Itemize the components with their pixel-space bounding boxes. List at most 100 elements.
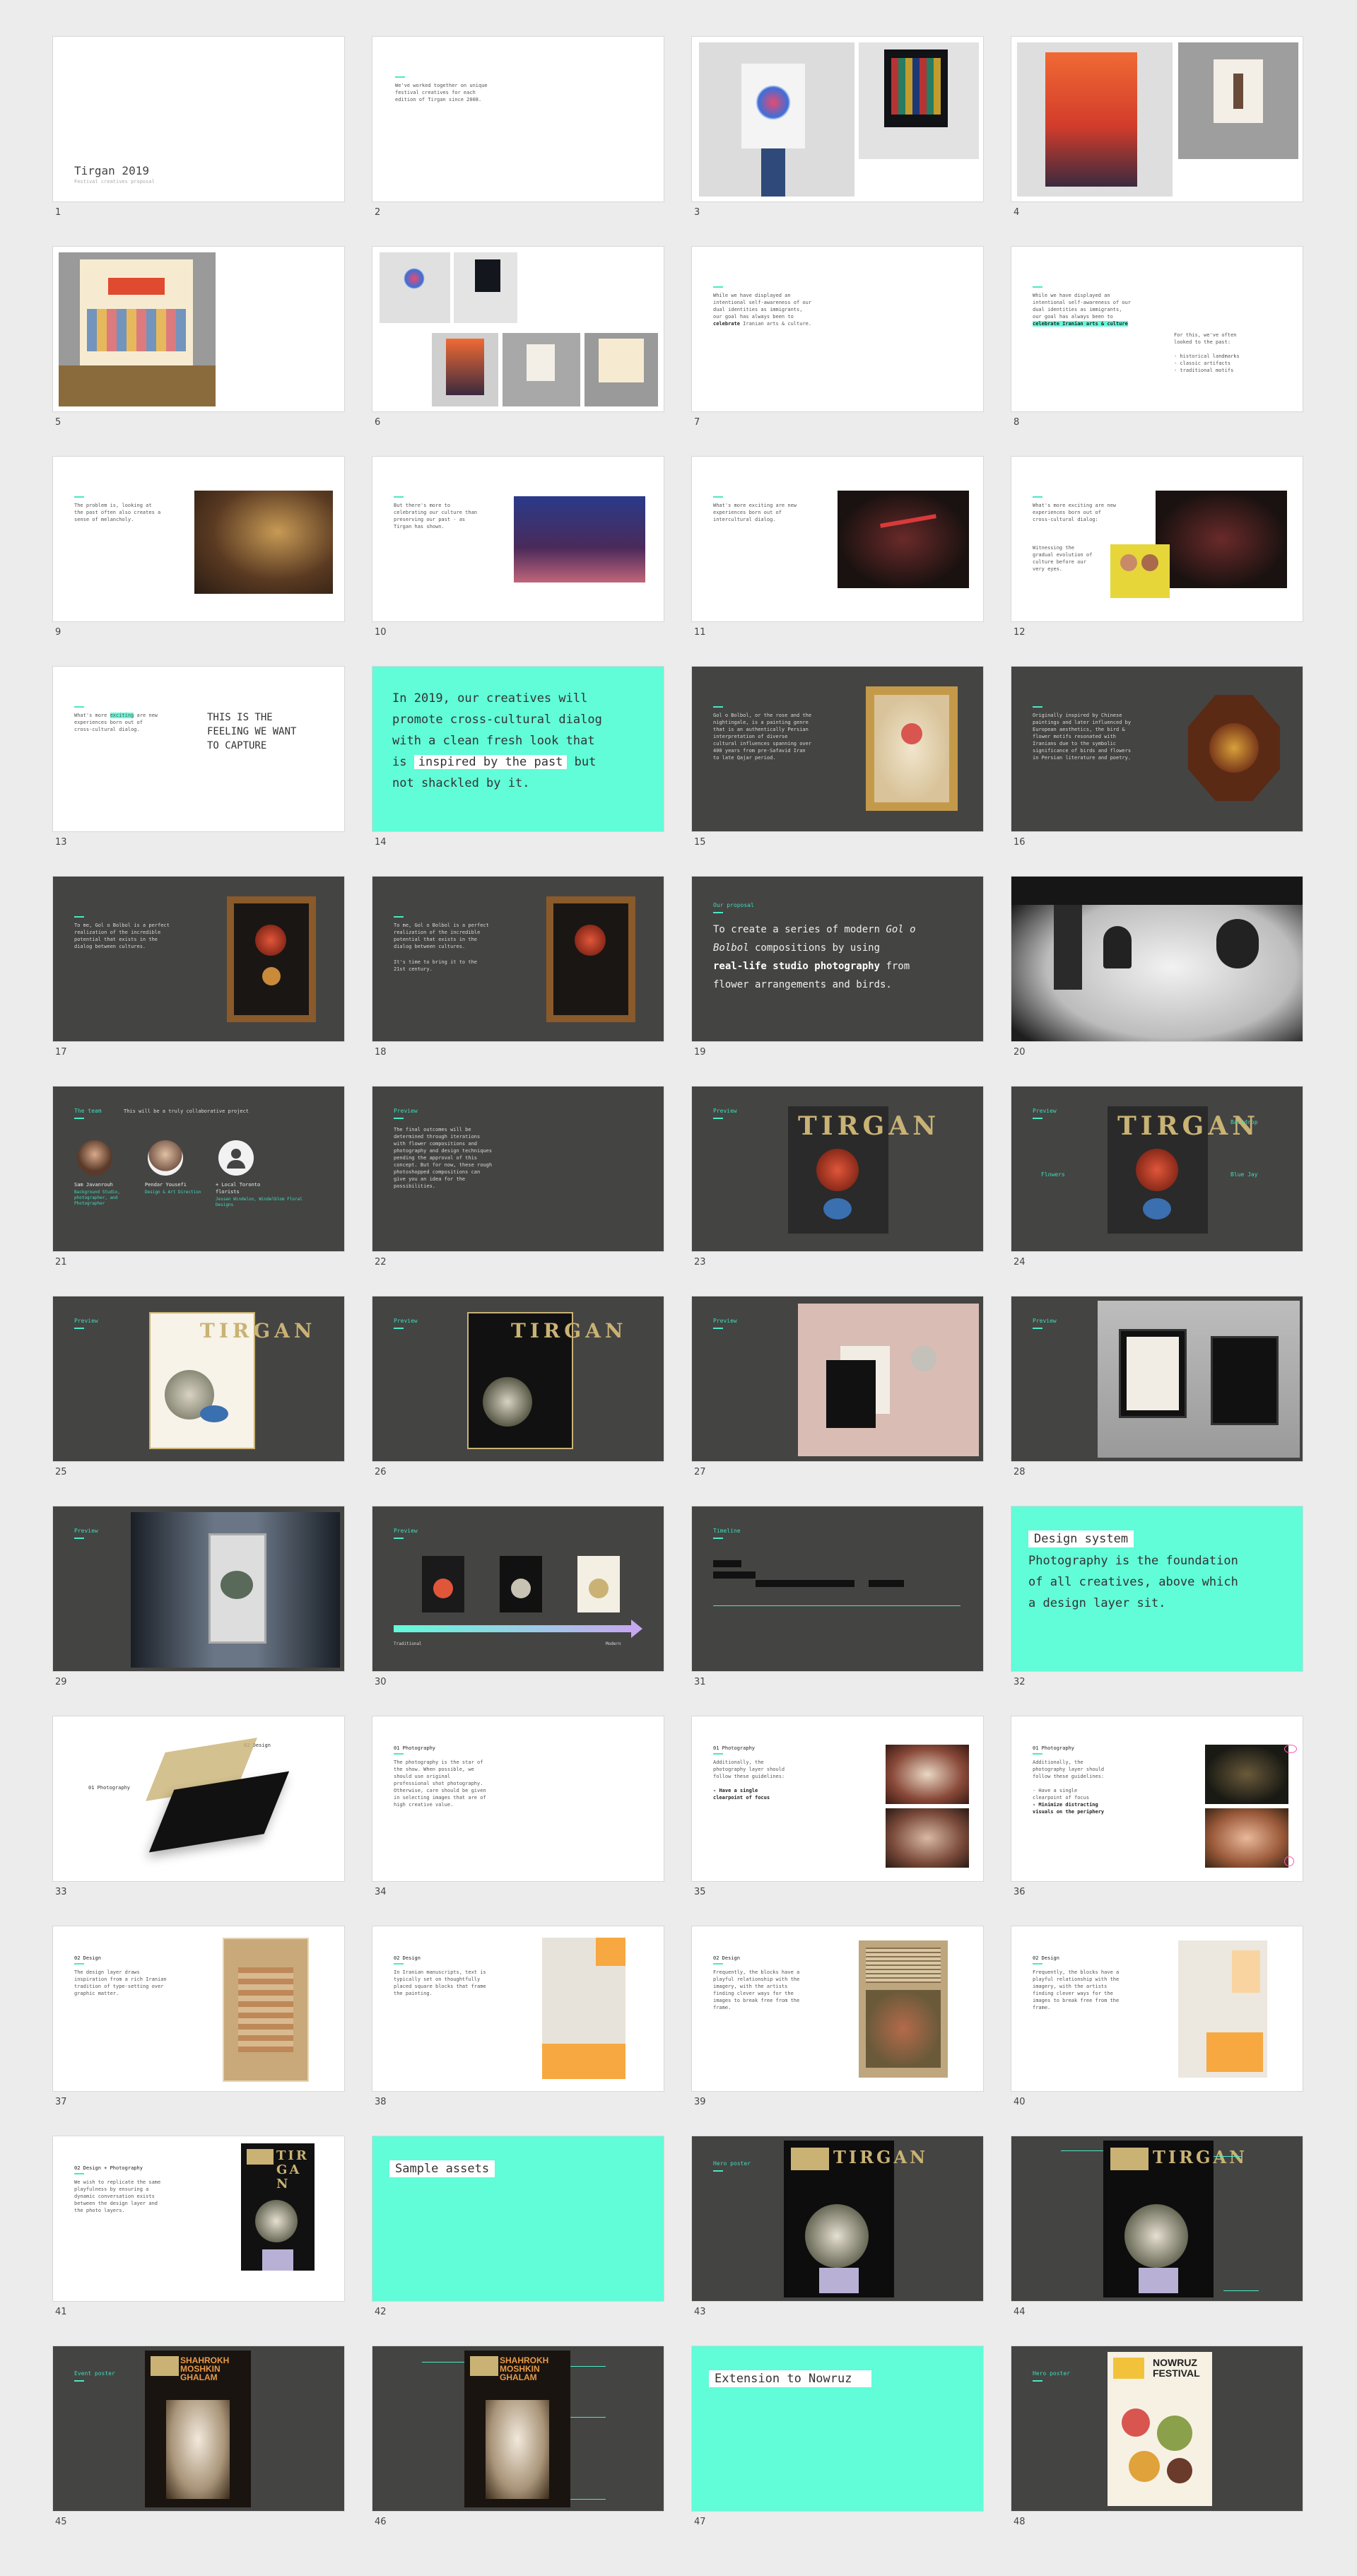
slide-thumbnail[interactable]: 01 Photography Additionally, the photogr… <box>1011 1716 1303 1882</box>
slide-card[interactable]: 02 Design 01 Photography 33 <box>52 1716 345 1897</box>
slide-thumbnail[interactable]: Event poster SHAHROKH MOSHKIN GHALAM <box>52 2346 345 2512</box>
slide-card[interactable]: What's more exciting are new experiences… <box>1011 456 1303 638</box>
slide-card[interactable]: We've worked together on unique festival… <box>372 36 664 218</box>
slide-card[interactable]: Hero poster TIRGAN 43 <box>691 2136 984 2317</box>
slide-thumbnail[interactable]: SHAHROKH MOSHKIN GHALAM <box>372 2346 664 2512</box>
slide-thumbnail[interactable] <box>691 36 984 202</box>
slide-thumbnail[interactable]: 02 Design Frequently, the blocks have a … <box>1011 1926 1303 2092</box>
slide-card[interactable]: 02 Design Frequently, the blocks have a … <box>691 1926 984 2107</box>
slide-card[interactable]: While we have displayed an intentional s… <box>691 246 984 428</box>
slide-card[interactable]: Preview 27 <box>691 1296 984 1477</box>
slide-thumbnail[interactable]: 02 Design + Photography We wish to repli… <box>52 2136 345 2302</box>
slide-thumbnail[interactable]: What's more exciting are new experiences… <box>52 666 345 832</box>
slide-thumbnail[interactable]: While we have displayed an intentional s… <box>1011 246 1303 412</box>
slide-thumbnail[interactable]: 02 Design Frequently, the blocks have a … <box>691 1926 984 2092</box>
slide-card[interactable]: 3 <box>691 36 984 218</box>
slide-thumbnail[interactable] <box>372 246 664 412</box>
slide-card[interactable]: Event poster SHAHROKH MOSHKIN GHALAM 45 <box>52 2346 345 2527</box>
slide-thumbnail[interactable] <box>52 246 345 412</box>
slide-card[interactable]: Preview TIRGAN 23 <box>691 1086 984 1267</box>
slide-thumbnail[interactable]: What's more exciting are new experiences… <box>691 456 984 622</box>
slide-thumbnail[interactable]: Hero poster TIRGAN <box>691 2136 984 2302</box>
slide-thumbnail[interactable]: 01 Photography The photography is the st… <box>372 1716 664 1882</box>
slide-thumbnail[interactable]: While we have displayed an intentional s… <box>691 246 984 412</box>
slide-thumbnail[interactable]: We've worked together on unique festival… <box>372 36 664 202</box>
slide-thumbnail[interactable]: To me, Gol o Bolbol is a perfect realiza… <box>52 876 345 1042</box>
slide-thumbnail[interactable]: Preview <box>52 1506 345 1672</box>
slide-thumbnail[interactable]: Our proposal To create a series of moder… <box>691 876 984 1042</box>
slide-card[interactable]: To me, Gol o Bolbol is a perfect realiza… <box>52 876 345 1058</box>
slide-thumbnail[interactable]: Extension to Nowruz <box>691 2346 984 2512</box>
slide-card[interactable]: Preview TIRGAN 26 <box>372 1296 664 1477</box>
slide-card[interactable]: What's more exciting are new experiences… <box>691 456 984 638</box>
slide-card[interactable]: Timeline 31 <box>691 1506 984 1687</box>
slide-thumbnail[interactable]: Gol o Bolbol, or the rose and the nighti… <box>691 666 984 832</box>
slide-thumbnail[interactable]: TIRGAN <box>1011 2136 1303 2302</box>
slide-number: 5 <box>55 417 61 428</box>
slide-card[interactable]: Design system Photography is the foundat… <box>1011 1506 1303 1687</box>
billboard <box>208 1533 266 1644</box>
slide-number: 38 <box>375 2097 387 2107</box>
slide-thumbnail[interactable]: Originally inspired by Chinese paintings… <box>1011 666 1303 832</box>
slide-card[interactable]: 02 Design + Photography We wish to repli… <box>52 2136 345 2317</box>
slide-card[interactable]: 01 Photography Additionally, the photogr… <box>691 1716 984 1897</box>
slide-card[interactable]: 4 <box>1011 36 1303 218</box>
slide-card[interactable]: Preview TIRGAN Backdrop Flowers Blue Jay… <box>1011 1086 1303 1267</box>
slide-card[interactable]: Gol o Bolbol, or the rose and the nighti… <box>691 666 984 848</box>
slide-thumbnail[interactable]: 02 Design The design layer draws inspira… <box>52 1926 345 2092</box>
slide-card[interactable]: In 2019, our creatives will promote cros… <box>372 666 664 848</box>
slide-card[interactable]: But there's more to celebrating our cult… <box>372 456 664 638</box>
slide-thumbnail[interactable]: Preview The final outcomes will be deter… <box>372 1086 664 1252</box>
slide-card[interactable]: To me, Gol o Bolbol is a perfect realiza… <box>372 876 664 1058</box>
slide-thumbnail[interactable]: 02 Design In Iranian manuscripts, text i… <box>372 1926 664 2092</box>
slide-card[interactable]: Preview 29 <box>52 1506 345 1687</box>
slide-thumbnail[interactable]: Design system Photography is the foundat… <box>1011 1506 1303 1672</box>
slide-thumbnail[interactable]: To me, Gol o Bolbol is a perfect realiza… <box>372 876 664 1042</box>
slide-thumbnail[interactable]: Preview TIRGAN <box>52 1296 345 1462</box>
slide-thumbnail[interactable]: But there's more to celebrating our cult… <box>372 456 664 622</box>
slide-card[interactable]: Tirgan 2019 Festival creatives proposal … <box>52 36 345 218</box>
slide-card[interactable]: 01 Photography The photography is the st… <box>372 1716 664 1897</box>
slide-thumbnail[interactable]: In 2019, our creatives will promote cros… <box>372 666 664 832</box>
slide-thumbnail[interactable]: Preview Traditional Modern <box>372 1506 664 1672</box>
slide-thumbnail[interactable]: The problem is, looking at the past ofte… <box>52 456 345 622</box>
slide-thumbnail[interactable] <box>1011 876 1303 1042</box>
slide-thumbnail[interactable]: Preview <box>691 1296 984 1462</box>
slide-card[interactable]: 02 Design The design layer draws inspira… <box>52 1926 345 2107</box>
slide-thumbnail[interactable] <box>1011 36 1303 202</box>
slide-thumbnail[interactable]: 02 Design 01 Photography <box>52 1716 345 1882</box>
slide-card[interactable]: The team This will be a truly collaborat… <box>52 1086 345 1267</box>
slide-thumbnail[interactable]: Tirgan 2019 Festival creatives proposal <box>52 36 345 202</box>
slide-thumbnail[interactable]: What's more exciting are new experiences… <box>1011 456 1303 622</box>
slide-card[interactable]: Preview Traditional Modern 30 <box>372 1506 664 1687</box>
slide-thumbnail[interactable]: Timeline <box>691 1506 984 1672</box>
slide-thumbnail[interactable]: 01 Photography Additionally, the photogr… <box>691 1716 984 1882</box>
slide-thumbnail[interactable]: Preview TIRGAN Backdrop Flowers Blue Jay <box>1011 1086 1303 1252</box>
slide-thumbnail[interactable]: Preview TIRGAN <box>691 1086 984 1252</box>
slide-card[interactable]: 20 <box>1011 876 1303 1058</box>
slide-card[interactable]: The problem is, looking at the past ofte… <box>52 456 345 638</box>
slide-card[interactable]: 5 <box>52 246 345 428</box>
slide-card[interactable]: Extension to Nowruz 47 <box>691 2346 984 2527</box>
slide-card[interactable]: Sample assets 42 <box>372 2136 664 2317</box>
slide-card[interactable]: Originally inspired by Chinese paintings… <box>1011 666 1303 848</box>
slide-card[interactable]: While we have displayed an intentional s… <box>1011 246 1303 428</box>
slide-card[interactable]: Hero poster NOWRUZ FESTIVAL 48 <box>1011 2346 1303 2527</box>
slide-card[interactable]: 02 Design In Iranian manuscripts, text i… <box>372 1926 664 2107</box>
slide-thumbnail[interactable]: Sample assets <box>372 2136 664 2302</box>
slide-card[interactable]: 6 <box>372 246 664 428</box>
slide-card[interactable]: 02 Design Frequently, the blocks have a … <box>1011 1926 1303 2107</box>
slide-thumbnail[interactable]: Preview <box>1011 1296 1303 1462</box>
slide-thumbnail[interactable]: Hero poster NOWRUZ FESTIVAL <box>1011 2346 1303 2512</box>
slide-card[interactable]: SHAHROKH MOSHKIN GHALAM 46 <box>372 2346 664 2527</box>
slide-card[interactable]: Preview TIRGAN 25 <box>52 1296 345 1477</box>
slide-card[interactable]: 01 Photography Additionally, the photogr… <box>1011 1716 1303 1897</box>
slide-card[interactable]: Preview The final outcomes will be deter… <box>372 1086 664 1267</box>
slide-card[interactable]: Preview 28 <box>1011 1296 1303 1477</box>
slide-card[interactable]: TIRGAN 44 <box>1011 2136 1303 2317</box>
slide-card[interactable]: Our proposal To create a series of moder… <box>691 876 984 1058</box>
slide-thumbnail[interactable]: The team This will be a truly collaborat… <box>52 1086 345 1252</box>
slide-thumbnail[interactable]: Preview TIRGAN <box>372 1296 664 1462</box>
person-name: Pendar Yousefi <box>145 1182 187 1188</box>
slide-card[interactable]: What's more exciting are new experiences… <box>52 666 345 848</box>
